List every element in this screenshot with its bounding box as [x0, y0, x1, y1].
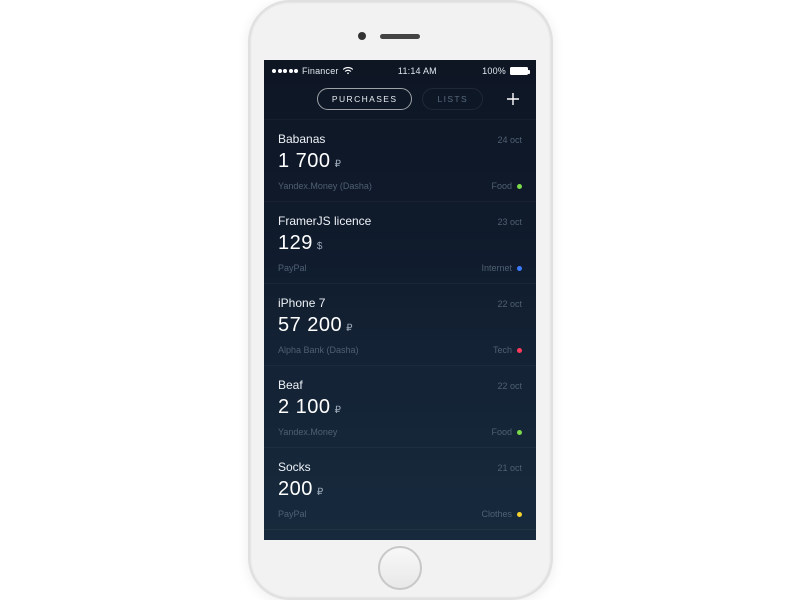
purchase-source: PayPal — [278, 509, 307, 519]
purchase-date: 24 oct — [497, 135, 522, 145]
purchase-list: Babanas 24 oct 1 700 ₽ Yandex.Money (Dasha) F… — [264, 120, 536, 530]
purchase-date: 22 oct — [497, 299, 522, 309]
purchase-amount: 2 100 — [278, 396, 331, 419]
app-screen: Financer 11:14 AM 100% PURCHASES LISTS B… — [264, 60, 536, 540]
battery-percent: 100% — [482, 66, 506, 76]
tab-lists[interactable]: LISTS — [422, 88, 483, 110]
purchase-date: 21 oct — [497, 463, 522, 473]
purchase-title: FramerJS licence — [278, 214, 371, 228]
category-label: Food — [491, 181, 512, 191]
purchase-title: Babanas — [278, 132, 325, 146]
purchase-amount: 1 700 — [278, 150, 331, 173]
purchase-row[interactable]: Babanas 24 oct 1 700 ₽ Yandex.Money (Dasha) F… — [264, 120, 536, 202]
purchase-row[interactable]: FramerJS licence 23 oct 129 $ PayPal Internet — [264, 202, 536, 284]
purchase-currency: ₽ — [346, 323, 352, 334]
purchase-source: Alpha Bank (Dasha) — [278, 345, 359, 355]
carrier-label: Financer — [302, 66, 339, 76]
purchase-amount: 57 200 — [278, 314, 342, 337]
plus-icon — [506, 92, 520, 106]
tab-segment: PURCHASES LISTS — [317, 88, 483, 110]
phone-speaker — [380, 34, 420, 39]
category-dot-icon — [517, 184, 522, 189]
purchase-title: iPhone 7 — [278, 296, 325, 310]
purchase-amount: 129 — [278, 232, 313, 255]
tab-purchases[interactable]: PURCHASES — [317, 88, 413, 110]
status-time: 11:14 AM — [398, 66, 437, 76]
category-dot-icon — [517, 266, 522, 271]
category-label: Tech — [493, 345, 512, 355]
category-label: Internet — [481, 263, 512, 273]
purchase-amount: 200 — [278, 478, 313, 501]
purchase-category: Internet — [481, 263, 522, 273]
purchase-currency: ₽ — [335, 159, 341, 170]
category-dot-icon — [517, 430, 522, 435]
purchase-title: Socks — [278, 460, 311, 474]
purchase-category: Food — [491, 427, 522, 437]
purchase-row[interactable]: Socks 21 oct 200 ₽ PayPal Clothes — [264, 448, 536, 530]
purchase-category: Tech — [493, 345, 522, 355]
add-button[interactable] — [504, 90, 522, 108]
phone-camera — [358, 32, 366, 40]
purchase-currency: ₽ — [317, 487, 323, 498]
battery-icon — [510, 67, 528, 75]
purchase-category: Clothes — [481, 509, 522, 519]
category-label: Clothes — [481, 509, 512, 519]
phone-frame: Financer 11:14 AM 100% PURCHASES LISTS B… — [248, 0, 553, 600]
category-dot-icon — [517, 348, 522, 353]
status-bar: Financer 11:14 AM 100% — [264, 60, 536, 78]
purchase-currency: $ — [317, 241, 323, 252]
purchase-title: Beaf — [278, 378, 303, 392]
purchase-row[interactable]: iPhone 7 22 oct 57 200 ₽ Alpha Bank (Dasha) T… — [264, 284, 536, 366]
purchase-row[interactable]: Beaf 22 oct 2 100 ₽ Yandex.Money Food — [264, 366, 536, 448]
category-label: Food — [491, 427, 512, 437]
home-button[interactable] — [378, 546, 422, 590]
category-dot-icon — [517, 512, 522, 517]
wifi-icon — [343, 67, 353, 75]
purchase-category: Food — [491, 181, 522, 191]
purchase-source: PayPal — [278, 263, 307, 273]
purchase-date: 22 oct — [497, 381, 522, 391]
signal-dots-icon — [272, 69, 298, 73]
purchase-date: 23 oct — [497, 217, 522, 227]
header: PURCHASES LISTS — [264, 78, 536, 120]
purchase-currency: ₽ — [335, 405, 341, 416]
purchase-source: Yandex.Money (Dasha) — [278, 181, 372, 191]
purchase-source: Yandex.Money — [278, 427, 337, 437]
